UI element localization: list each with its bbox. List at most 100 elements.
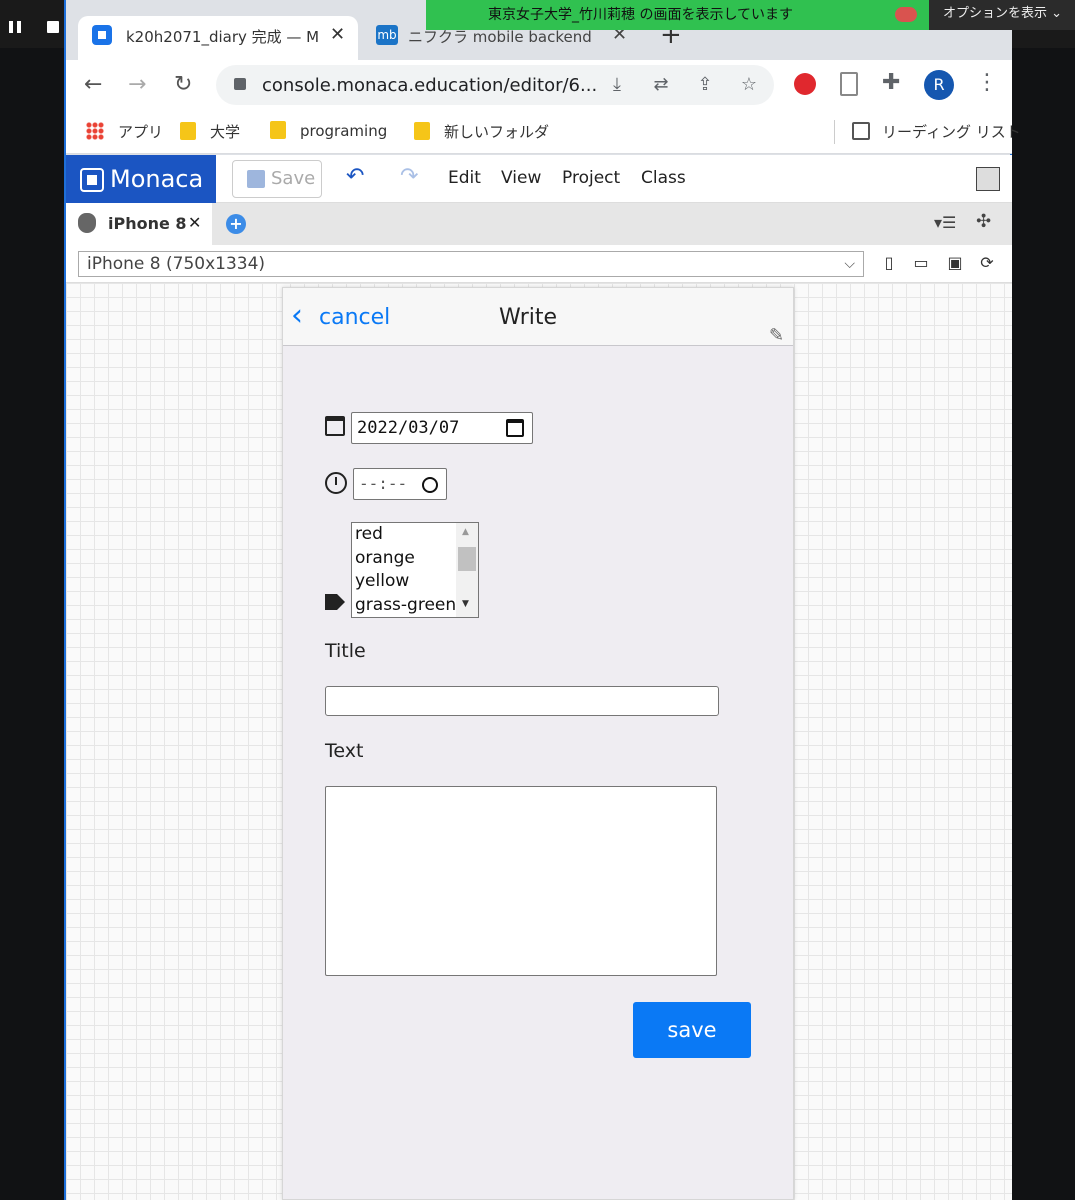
save-label: Save — [271, 168, 316, 189]
title-input[interactable] — [325, 686, 719, 716]
ide-header: Monaca Save ↶ ↷ Edit View Project Class — [66, 155, 1012, 203]
scroll-up-icon[interactable]: ▲ — [462, 527, 469, 537]
translate-icon[interactable]: ⇄ — [650, 74, 672, 96]
text-label: Text — [325, 740, 364, 762]
tab-label: iPhone 8 — [108, 214, 187, 233]
refresh-icon[interactable]: ⟳ — [978, 253, 996, 272]
tag-icon — [325, 594, 345, 610]
lock-icon — [234, 78, 246, 90]
pause-icon[interactable] — [6, 18, 26, 38]
menu-view[interactable]: View — [501, 168, 541, 188]
back-arrow-icon[interactable]: ← — [84, 72, 102, 97]
tab-label: k20h2071_diary 完成 — M — [126, 28, 320, 46]
list-menu-icon[interactable]: ▾☰ — [934, 213, 956, 232]
document-extension-icon[interactable] — [840, 72, 858, 96]
share-banner-text: 東京女子大学_竹川莉穂 の画面を表示しています — [488, 7, 794, 23]
user-profile-icon[interactable] — [976, 167, 1000, 191]
bookmarks-bar: アプリ 大学 programing 新しいフォルダ リーディング リスト — [66, 110, 1021, 154]
tab-iphone-8[interactable]: iPhone 8 ✕ — [66, 203, 212, 245]
chevron-down-icon: ⌵ — [844, 256, 855, 272]
save-button[interactable]: save — [633, 1002, 751, 1058]
device-select-value: iPhone 8 (750x1334) — [87, 254, 266, 274]
menu-project[interactable]: Project — [562, 168, 620, 188]
portrait-icon[interactable]: ▯ — [880, 253, 898, 272]
cloud-icon — [895, 7, 917, 22]
device-bar: iPhone 8 (750x1334) ⌵ ▯ ▭ ▣ ⟳ — [66, 245, 1012, 283]
reading-list-button[interactable]: リーディング リスト — [852, 121, 1021, 142]
monaca-logo[interactable]: Monaca — [66, 155, 216, 203]
extensions-puzzle-icon[interactable]: ✚ — [882, 70, 900, 95]
close-tab-icon[interactable]: ✕ — [330, 24, 345, 45]
back-chevron-icon[interactable]: ‹ — [291, 301, 303, 331]
apps-grid-icon — [86, 122, 104, 140]
options-button[interactable]: オプションを表示 ⌄ — [929, 0, 1075, 30]
profile-avatar[interactable]: R — [924, 70, 954, 100]
reading-list-label: リーディング リスト — [882, 123, 1021, 141]
text-area[interactable] — [325, 786, 717, 976]
add-device-icon[interactable]: + — [226, 214, 246, 234]
landscape-icon[interactable]: ▭ — [912, 253, 930, 272]
monaca-logo-icon — [80, 168, 104, 192]
bookmark-folder-programing[interactable]: programing — [270, 121, 387, 140]
kebab-menu-icon[interactable]: ⋮ — [976, 70, 998, 95]
bookmark-label: 大学 — [210, 123, 241, 141]
bookmark-label: programing — [300, 122, 388, 140]
listbox-scrollbar[interactable]: ▲ ▼ — [456, 523, 478, 617]
clock-picker-icon[interactable] — [422, 477, 438, 493]
install-icon[interactable]: ⤓ — [606, 74, 628, 96]
preview-tab-bar: iPhone 8 ✕ + ▾☰ ✣ — [66, 203, 1012, 245]
url-text: console.monaca.education/editor/6... — [262, 75, 598, 96]
undo-icon[interactable]: ↶ — [346, 164, 364, 189]
browser-window: k20h2071_diary 完成 — M ✕ mb ニフクラ mobile b… — [64, 0, 1021, 1200]
calendar-icon — [325, 416, 345, 436]
bookmark-label: 新しいフォルダ — [444, 123, 550, 141]
share-icon[interactable]: ⇪ — [694, 74, 716, 96]
bookmark-folder-new[interactable]: 新しいフォルダ — [414, 121, 549, 142]
pencil-icon: ✎ — [769, 325, 785, 346]
device-select[interactable]: iPhone 8 (750x1334) ⌵ — [78, 251, 864, 277]
bookmark-folder-daigaku[interactable]: 大学 — [180, 121, 240, 142]
tab-monaca-diary[interactable]: k20h2071_diary 完成 — M ✕ — [78, 16, 358, 60]
collapse-icon[interactable]: ✣ — [976, 211, 991, 232]
forward-arrow-icon[interactable]: → — [128, 72, 146, 97]
title-text: Write — [499, 305, 558, 330]
calendar-picker-icon[interactable] — [506, 419, 524, 437]
menu-class[interactable]: Class — [641, 168, 686, 188]
date-value: 2022/03/07 — [357, 418, 460, 438]
time-input[interactable]: --:-- — [353, 468, 447, 500]
ide-save-button[interactable]: Save — [232, 160, 322, 198]
mb-icon: mb — [376, 25, 398, 45]
phone-preview: ‹ cancel Write ✎ 2022/03/07 --:-- red ora… — [282, 287, 794, 1200]
extension-icon[interactable] — [794, 73, 816, 95]
scroll-thumb[interactable] — [458, 547, 476, 571]
color-listbox[interactable]: red orange yellow grass-green ▲ ▼ — [351, 522, 479, 618]
folder-icon — [414, 122, 430, 140]
monaca-icon — [92, 25, 112, 45]
apple-icon — [78, 213, 96, 233]
stop-icon[interactable] — [44, 18, 64, 38]
bookmark-apps[interactable]: アプリ — [86, 121, 163, 142]
title-label: Title — [325, 640, 366, 662]
reading-list-icon — [852, 122, 870, 140]
page-title: Write ✎ — [499, 305, 784, 346]
folder-icon — [270, 121, 286, 139]
bookmark-label: アプリ — [118, 123, 164, 141]
scroll-down-icon[interactable]: ▼ — [462, 599, 469, 609]
redo-icon[interactable]: ↷ — [400, 164, 418, 189]
divider — [834, 120, 835, 144]
address-bar[interactable]: console.monaca.education/editor/6... ⤓ ⇄… — [216, 65, 774, 105]
menu-edit[interactable]: Edit — [448, 168, 481, 188]
clock-icon — [325, 472, 347, 494]
bookmark-star-icon[interactable]: ☆ — [738, 74, 760, 96]
date-input[interactable]: 2022/03/07 — [351, 412, 533, 444]
cancel-button[interactable]: cancel — [319, 305, 390, 330]
close-icon[interactable]: ✕ — [188, 213, 201, 232]
reload-icon[interactable]: ↻ — [174, 72, 192, 97]
options-label: オプションを表示 — [943, 6, 1048, 21]
folder-icon — [180, 122, 196, 140]
recording-controls — [0, 12, 72, 48]
chevron-down-icon: ⌄ — [1047, 6, 1063, 21]
screenshot-icon[interactable]: ▣ — [946, 253, 964, 272]
monaca-ide: Monaca Save ↶ ↷ Edit View Project Class … — [66, 155, 1012, 1200]
time-value: --:-- — [359, 474, 408, 493]
